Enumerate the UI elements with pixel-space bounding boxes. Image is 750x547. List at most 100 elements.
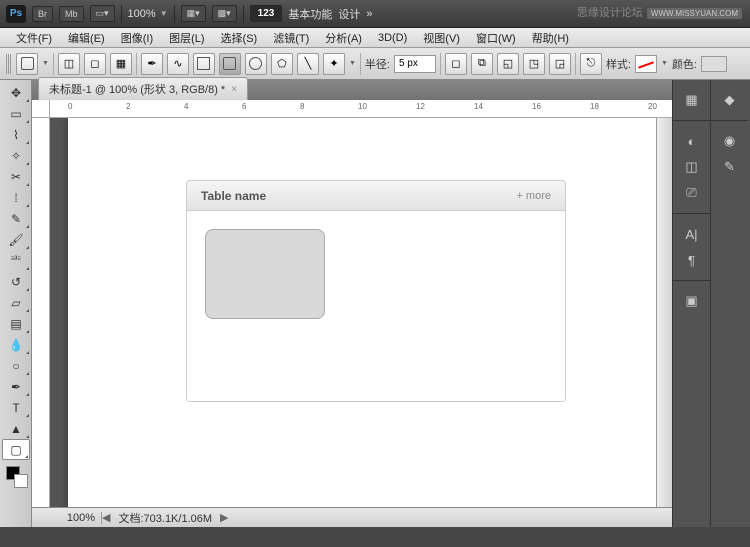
pen-tool[interactable]: ✒ (2, 376, 30, 397)
radius-label: 半径: (365, 56, 390, 72)
horizontal-ruler: 0 2 4 6 8 10 12 14 16 18 20 (50, 100, 672, 118)
type-tool[interactable]: T (2, 397, 30, 418)
vertical-scrollbar[interactable] (656, 118, 672, 507)
minibridge-button[interactable]: Mb (59, 6, 84, 22)
chevron-down-icon[interactable]: ▼ (42, 60, 49, 67)
link-icon[interactable]: ⎋ (580, 53, 602, 75)
color-swatch[interactable] (701, 56, 727, 72)
character-icon[interactable]: A| (679, 222, 705, 246)
paragraph-icon[interactable]: ¶ (679, 248, 705, 272)
workspace-design[interactable]: 设计 (338, 6, 360, 22)
rectangle-icon[interactable] (193, 53, 215, 75)
color-label: 颜色: (672, 56, 697, 72)
numeric-button[interactable]: 123 (250, 5, 283, 22)
dodge-tool[interactable]: ○ (2, 355, 30, 376)
pathop-add-icon[interactable]: ⧉ (471, 53, 493, 75)
layers-panel-icon[interactable]: ▦ (679, 88, 705, 112)
chevron-left-icon[interactable]: ◀ (102, 511, 110, 524)
pathop-intersect-icon[interactable]: ◳ (523, 53, 545, 75)
menu-help[interactable]: 帮助(H) (524, 28, 577, 48)
brush-tool[interactable]: 🖌 (2, 229, 30, 250)
no-style-swatch[interactable] (635, 55, 657, 73)
styles-icon[interactable]: ⎚ (679, 181, 705, 205)
chevron-down-icon[interactable]: ▼ (160, 9, 168, 18)
style-label: 样式: (606, 56, 631, 72)
ellipse-icon[interactable] (245, 53, 267, 75)
swatches-icon[interactable]: ◉ (717, 129, 743, 153)
lasso-tool[interactable]: ⌇ (2, 124, 30, 145)
move-tool[interactable]: ✥ (2, 82, 30, 103)
pen-icon[interactable]: ✒ (141, 53, 163, 75)
current-tool-icon[interactable] (16, 53, 38, 75)
document-tab[interactable]: 未标题-1 @ 100% (形状 3, RGB/8) * × (38, 77, 248, 100)
color-panel-icon[interactable]: ◆ (717, 88, 743, 112)
heal-tool[interactable]: ✎ (2, 208, 30, 229)
radius-input[interactable] (394, 55, 436, 73)
eyedropper-tool[interactable]: ⁞ (2, 187, 30, 208)
tab-title: 未标题-1 @ 100% (形状 3, RGB/8) * (49, 81, 225, 97)
freeform-pen-icon[interactable]: ∿ (167, 53, 189, 75)
statusbar: 100% ◀ 文档:703.1K/1.06M ▶ (32, 507, 672, 527)
line-icon[interactable]: ╲ (297, 53, 319, 75)
menu-layer[interactable]: 图层(L) (161, 28, 212, 48)
watermark: 思缘设计论坛WWW.MISSYUAN.COM (577, 4, 742, 20)
shape-layers-icon[interactable]: ◫ (58, 53, 80, 75)
gradient-tool[interactable]: ▤ (2, 313, 30, 334)
menu-filter[interactable]: 滤镜(T) (265, 28, 317, 48)
marquee-tool[interactable]: ▭ (2, 103, 30, 124)
menu-view[interactable]: 视图(V) (415, 28, 468, 48)
pathop-exclude-icon[interactable]: ◲ (549, 53, 571, 75)
eraser-tool[interactable]: ▱ (2, 292, 30, 313)
wand-tool[interactable]: ✧ (2, 145, 30, 166)
status-zoom[interactable]: 100% (32, 512, 102, 524)
design-table: Table name + more (186, 180, 566, 402)
menu-file[interactable]: 文件(F) (8, 28, 60, 48)
menu-edit[interactable]: 编辑(E) (60, 28, 113, 48)
workspace-more-icon[interactable]: » (366, 8, 372, 20)
stamp-tool[interactable]: ⎃ (2, 250, 30, 271)
menu-3d[interactable]: 3D(D) (370, 30, 415, 46)
path-select-tool[interactable]: ▲ (2, 418, 30, 439)
blur-tool[interactable]: 💧 (2, 334, 30, 355)
ruler-corner (32, 100, 50, 118)
extras-button[interactable]: ▩▾ (212, 5, 237, 22)
paths-icon[interactable]: ◻ (84, 53, 106, 75)
arrange-button[interactable]: ▦▾ (181, 5, 206, 22)
menu-image[interactable]: 图像(I) (113, 28, 161, 48)
more-link: + more (516, 190, 551, 202)
document-tabbar: 未标题-1 @ 100% (形状 3, RGB/8) * × (32, 80, 672, 100)
close-icon[interactable]: × (231, 84, 237, 95)
shape-tool[interactable]: ▢ (2, 439, 30, 460)
menu-analysis[interactable]: 分析(A) (317, 28, 370, 48)
menu-window[interactable]: 窗口(W) (468, 28, 524, 48)
workspace-basic[interactable]: 基本功能 (288, 6, 332, 22)
history-brush-tool[interactable]: ↺ (2, 271, 30, 292)
color-picker[interactable] (2, 464, 29, 494)
background-color[interactable] (14, 474, 28, 488)
chevron-right-icon[interactable]: ▶ (220, 511, 228, 524)
pathop-new-icon[interactable]: ◻ (445, 53, 467, 75)
screen-mode-button[interactable]: ▭▾ (90, 5, 115, 22)
options-bar: ▼ ◫ ◻ ▦ ✒ ∿ ⬠ ╲ ✦ ▼ 半径: ◻ ⧉ ◱ ◳ ◲ ⎋ 样式: … (0, 48, 750, 80)
grip-icon[interactable] (6, 54, 12, 74)
rounded-rectangle-shape (205, 229, 325, 319)
custom-shape-icon[interactable]: ✦ (323, 53, 345, 75)
brushes-icon[interactable]: ✎ (717, 155, 743, 179)
pathop-subtract-icon[interactable]: ◱ (497, 53, 519, 75)
chevron-down-icon[interactable]: ▼ (349, 60, 356, 67)
canvas[interactable]: Table name + more (68, 118, 656, 507)
zoom-level[interactable]: 100% (128, 8, 156, 20)
rounded-rectangle-icon[interactable] (219, 53, 241, 75)
ps-logo: Ps (6, 5, 26, 23)
menubar: 文件(F) 编辑(E) 图像(I) 图层(L) 选择(S) 滤镜(T) 分析(A… (0, 28, 750, 48)
fill-pixels-icon[interactable]: ▦ (110, 53, 132, 75)
polygon-icon[interactable]: ⬠ (271, 53, 293, 75)
crop-tool[interactable]: ✂ (2, 166, 30, 187)
masks-icon[interactable]: ◫ (679, 155, 705, 179)
toolbox: ✥ ▭ ⌇ ✧ ✂ ⁞ ✎ 🖌 ⎃ ↺ ▱ ▤ 💧 ○ ✒ T ▲ ▢ (0, 80, 32, 527)
navigator-icon[interactable]: ▣ (679, 289, 705, 313)
table-title: Table name (201, 189, 266, 203)
bridge-button[interactable]: Br (32, 6, 53, 22)
adjustments-icon[interactable]: ◐ (679, 129, 705, 153)
menu-select[interactable]: 选择(S) (213, 28, 266, 48)
